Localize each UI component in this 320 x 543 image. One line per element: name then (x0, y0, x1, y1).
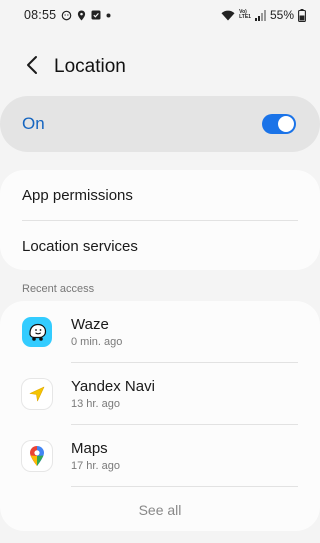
location-toggle[interactable] (262, 114, 296, 134)
toggle-knob (278, 116, 294, 132)
recent-access-card: Waze 0 min. ago Yandex Navi 13 hr. ago M… (0, 301, 320, 531)
status-time: 08:55 (24, 8, 57, 22)
recent-app-waze[interactable]: Waze 0 min. ago (0, 301, 320, 362)
app-text: Maps 17 hr. ago (71, 440, 120, 472)
chevron-left-icon (26, 55, 38, 80)
signal-icon (254, 9, 266, 21)
status-right: Vo) LTE1 55% (221, 8, 306, 22)
waze-icon (22, 316, 52, 347)
more-notifications-dot-icon (106, 13, 111, 18)
app-permissions-item[interactable]: App permissions (0, 170, 320, 220)
waze-notification-icon (61, 10, 72, 21)
location-services-label: Location services (22, 237, 138, 255)
download-notification-icon (91, 10, 101, 20)
location-pin-icon (77, 10, 86, 21)
app-last-access: 13 hr. ago (71, 397, 120, 410)
app-text: Yandex Navi 13 hr. ago (71, 378, 155, 410)
status-left: 08:55 (24, 8, 111, 22)
app-permissions-label: App permissions (22, 186, 133, 204)
yandex-navi-icon (22, 378, 52, 409)
battery-percentage: 55% (269, 8, 294, 22)
location-services-item[interactable]: Location services (0, 221, 320, 271)
app-text: Waze 0 min. ago (71, 316, 122, 348)
see-all-button[interactable]: See all (0, 487, 320, 533)
app-last-access: 0 min. ago (71, 335, 123, 348)
recent-access-header: Recent access (22, 283, 95, 295)
volte-indicator: Vo) LTE1 (239, 10, 251, 20)
google-maps-icon (22, 440, 52, 471)
page-title: Location (54, 56, 126, 77)
wifi-icon (221, 10, 235, 21)
location-master-switch-row[interactable]: On (0, 96, 320, 152)
app-name: Yandex Navi (71, 377, 155, 395)
app-last-access: 17 hr. ago (71, 459, 120, 472)
back-button[interactable] (12, 47, 52, 87)
recent-app-yandex-navi[interactable]: Yandex Navi 13 hr. ago (0, 363, 320, 424)
status-bar: 08:55 Vo) LTE1 55% (0, 0, 320, 30)
recent-app-maps[interactable]: Maps 17 hr. ago (0, 425, 320, 486)
settings-card: App permissions Location services (0, 170, 320, 270)
app-bar: Location (0, 44, 320, 90)
master-switch-label: On (22, 114, 45, 133)
volte-bottom-text: LTE1 (239, 14, 251, 20)
battery-icon (298, 8, 306, 22)
app-name: Maps (71, 439, 108, 457)
app-name: Waze (71, 315, 109, 333)
